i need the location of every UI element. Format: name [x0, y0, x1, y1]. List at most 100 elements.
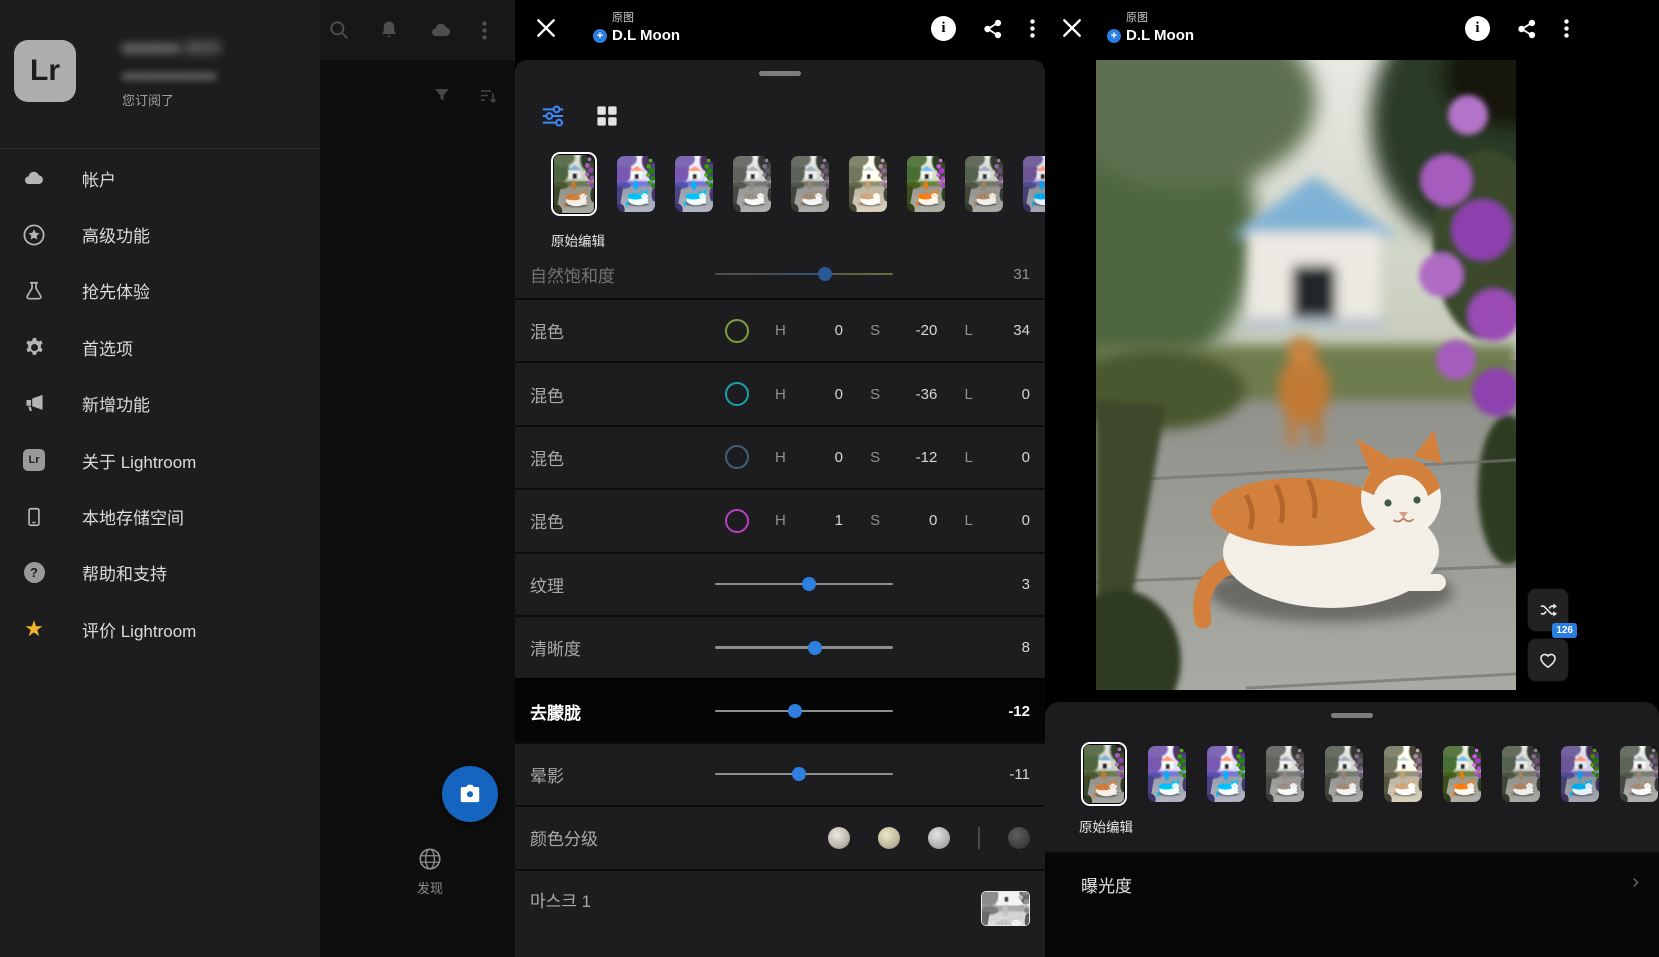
sidebar-item-phone[interactable]: 本地存储空间 [0, 488, 320, 544]
photo-preview[interactable] [1096, 60, 1516, 690]
info-icon[interactable]: i [931, 16, 956, 41]
hsl-value: 0 [834, 385, 843, 403]
slider-handle[interactable] [788, 704, 803, 719]
library-overflow-menu-icon[interactable] [482, 19, 487, 41]
sidebar-item-gear[interactable]: 首选项 [0, 319, 320, 375]
editor-preset-thumbnail-6[interactable] [907, 156, 945, 212]
sidebar-item-star-circle[interactable]: 高级功能 [0, 206, 320, 262]
overflow-menu-icon[interactable] [1030, 18, 1035, 39]
discover-nav-item[interactable]: 发现 [406, 846, 454, 897]
sidebar-item-flask[interactable]: 抢先体验 [0, 263, 320, 319]
filter-funnel-icon[interactable] [432, 86, 452, 106]
search-icon[interactable] [328, 19, 350, 41]
adjustment-row-slider[interactable]: 去朦胧 -12 [515, 678, 1045, 742]
adjustment-slider[interactable] [715, 767, 893, 782]
heart-icon [1538, 650, 1558, 670]
slider-handle[interactable] [791, 767, 806, 782]
mask-thumbnail[interactable] [981, 890, 1030, 926]
viewer-preset-thumbnail-4[interactable] [1325, 746, 1363, 802]
lr-badge-icon: Lr [22, 448, 46, 472]
color-ring[interactable] [725, 508, 749, 533]
editor-preset-thumbnail-2[interactable] [675, 156, 713, 212]
versions-button[interactable]: 126 [1527, 588, 1577, 638]
share-icon[interactable] [1516, 18, 1538, 40]
viewer-preset-thumbnail-6[interactable] [1443, 746, 1481, 802]
adjustment-row-slider[interactable]: 纹理 3 [515, 551, 1045, 615]
tab-edit-sliders[interactable] [541, 104, 565, 128]
viewer-preset-thumbnail-1[interactable] [1148, 746, 1186, 802]
sidebar-item-cloud[interactable]: 帐户 [0, 150, 320, 206]
viewer-preset-thumbnail-2[interactable] [1207, 746, 1245, 802]
info-icon[interactable]: i [1465, 16, 1490, 41]
adjustment-slider[interactable] [715, 577, 893, 592]
adjustment-slider[interactable] [715, 267, 893, 281]
cloud-sync-status-icon[interactable] [428, 19, 454, 41]
share-icon[interactable] [982, 18, 1004, 40]
overflow-menu-icon[interactable] [1564, 18, 1569, 39]
camera-capture-button[interactable] [442, 766, 498, 822]
editor-header-actions: i [931, 16, 1035, 41]
adjustment-value: -12 [1008, 702, 1030, 720]
editor-preset-thumbnail-5[interactable] [849, 156, 887, 212]
adjustment-row-slider[interactable]: 自然饱和度 31 [515, 250, 1045, 298]
adjustment-row-mix[interactable]: 混色 H 0 S -36 L 0 [515, 361, 1045, 424]
favorite-button[interactable] [1527, 638, 1569, 682]
editor-preset-thumbnail-0[interactable] [551, 152, 597, 216]
viewer-preset-thumbnail-9[interactable] [1620, 746, 1658, 802]
color-ring[interactable] [725, 445, 749, 470]
adjustment-row-mix[interactable]: 混色 H 0 S -12 L 0 [515, 424, 1045, 488]
editor-preset-thumbnail-1[interactable] [617, 156, 655, 212]
editor-preset-thumbnail-8[interactable] [1023, 156, 1045, 212]
discover-label: 发现 [416, 881, 443, 896]
panel-tabs [541, 104, 619, 128]
sidebar-item-lr-badge[interactable]: Lr 关于 Lightroom [0, 432, 320, 488]
adjustment-row-slider[interactable]: 清晰度 8 [515, 614, 1045, 678]
adjustment-row-colorgrade[interactable]: 颜色分级 [515, 805, 1045, 868]
tab-preset-grid[interactable] [595, 104, 619, 128]
close-icon[interactable] [535, 17, 559, 41]
color-ring[interactable] [725, 318, 749, 343]
slider-handle[interactable] [807, 640, 822, 655]
slider-handle[interactable] [802, 577, 817, 592]
color-grade-wheel[interactable] [878, 826, 900, 849]
sort-icon[interactable] [478, 86, 498, 106]
hsl-value: -36 [915, 385, 938, 403]
exposure-row[interactable]: 曝光度 › [1045, 854, 1659, 957]
adjustment-slider[interactable] [715, 640, 893, 655]
notifications-bell-icon[interactable] [378, 19, 400, 41]
editor-preset-thumbnail-7[interactable] [965, 156, 1003, 212]
viewer-preset-thumbnail-8[interactable] [1561, 746, 1599, 802]
viewer-preset-thumbnail-0[interactable] [1081, 742, 1127, 806]
color-grade-wheel[interactable] [928, 826, 950, 849]
library-filter-row [432, 86, 498, 106]
drag-handle[interactable] [1331, 713, 1373, 718]
adjustment-row-mask[interactable]: 마스크 1 [515, 868, 1045, 956]
viewer-preset-thumbnail-3[interactable] [1266, 746, 1304, 802]
viewer-preset-thumbnail-5[interactable] [1384, 746, 1422, 802]
lightroom-logo: Lr [14, 40, 76, 102]
adjustment-row-mix[interactable]: 混色 H 1 S 0 L 0 [515, 488, 1045, 551]
color-ring[interactable] [725, 382, 749, 407]
editor-preset-thumbnail-4[interactable] [791, 156, 829, 212]
slider-handle[interactable] [818, 267, 833, 281]
shuffle-icon [1538, 600, 1558, 620]
hsl-value: 0 [834, 322, 843, 340]
drag-handle[interactable] [759, 71, 801, 76]
hsl-letter: L [964, 512, 973, 530]
sidebar-item-star[interactable]: ★ 评价 Lightroom [0, 601, 320, 657]
adjustment-slider[interactable] [715, 704, 893, 719]
color-grade-global[interactable] [1008, 826, 1030, 849]
adjustment-row-slider[interactable]: 晕影 -11 [515, 741, 1045, 805]
photo-title[interactable]: 原图 + D.L Moon [1107, 9, 1194, 44]
color-grade-wheel[interactable] [828, 826, 850, 849]
editor-preset-thumbnail-3[interactable] [733, 156, 771, 212]
slider-track [715, 646, 893, 649]
close-icon[interactable] [1061, 17, 1085, 41]
edit-controls-panel: 原始编辑 自然饱和度 31 混色 H 0 S -20 L 34 混色 H 0 S -36 L 0 混色 H 0 S -1… [515, 60, 1045, 957]
hsl-values: H 0 S -12 L 0 [749, 449, 1030, 466]
sidebar-item-help-circle[interactable]: ? 帮助和支持 [0, 545, 320, 601]
photo-title[interactable]: 原图 + D.L Moon [593, 9, 680, 44]
adjustment-row-mix[interactable]: 混色 H 0 S -20 L 34 [515, 298, 1045, 361]
sidebar-item-megaphone[interactable]: 新增功能 [0, 376, 320, 432]
viewer-preset-thumbnail-7[interactable] [1502, 746, 1540, 802]
